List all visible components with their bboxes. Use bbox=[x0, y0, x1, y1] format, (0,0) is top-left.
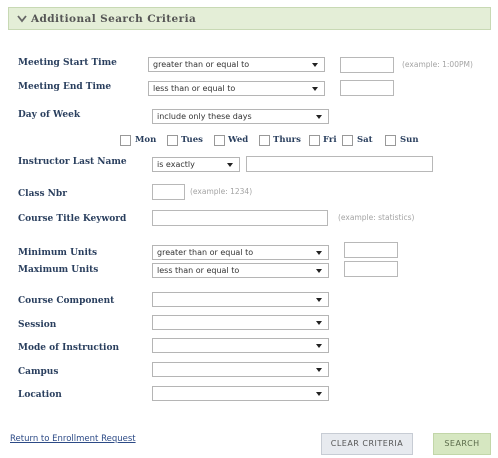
class-nbr-input[interactable] bbox=[152, 184, 185, 200]
meeting-start-label: Meeting Start Time bbox=[18, 58, 117, 68]
meeting-end-time-input[interactable] bbox=[340, 80, 394, 96]
tues-checkbox[interactable] bbox=[167, 135, 178, 146]
sun-checkbox[interactable] bbox=[385, 135, 396, 146]
mode-of-instruction-label: Mode of Instruction bbox=[18, 343, 119, 353]
course-title-hint: (example: statistics) bbox=[338, 213, 415, 222]
select-value: less than or equal to bbox=[153, 84, 236, 93]
day-checkboxes: Mon Tues Wed Thurs Fri Sat Sun bbox=[120, 134, 480, 148]
day-label-thurs: Thurs bbox=[273, 135, 301, 145]
dropdown-arrow-icon bbox=[316, 298, 322, 302]
meeting-start-time-input[interactable] bbox=[340, 57, 394, 73]
max-units-label: Maximum Units bbox=[18, 265, 99, 275]
mode-of-instruction-select[interactable] bbox=[152, 338, 329, 353]
course-component-label: Course Component bbox=[18, 296, 115, 306]
dropdown-arrow-icon bbox=[316, 344, 322, 348]
min-units-operator-select[interactable]: greater than or equal to bbox=[152, 245, 329, 260]
day-label-mon: Mon bbox=[135, 135, 157, 145]
select-value: is exactly bbox=[157, 160, 195, 169]
dropdown-arrow-icon bbox=[316, 251, 322, 255]
select-value: greater than or equal to bbox=[157, 248, 254, 257]
session-select[interactable] bbox=[152, 315, 329, 330]
fri-checkbox[interactable] bbox=[309, 135, 320, 146]
return-to-enrollment-link[interactable]: Return to Enrollment Request bbox=[10, 434, 136, 444]
chevron-down-icon[interactable] bbox=[16, 13, 28, 25]
campus-select[interactable] bbox=[152, 362, 329, 377]
dropdown-arrow-icon bbox=[316, 392, 322, 396]
day-label-wed: Wed bbox=[228, 135, 249, 145]
thurs-checkbox[interactable] bbox=[259, 135, 270, 146]
dropdown-arrow-icon bbox=[316, 115, 322, 119]
course-title-keyword-input[interactable] bbox=[152, 210, 328, 226]
dropdown-arrow-icon bbox=[227, 163, 233, 167]
wed-checkbox[interactable] bbox=[214, 135, 225, 146]
day-label-sat: Sat bbox=[357, 135, 373, 145]
day-label-sun: Sun bbox=[400, 135, 419, 145]
clear-criteria-button[interactable]: CLEAR CRITERIA bbox=[321, 433, 413, 455]
select-value: less than or equal to bbox=[157, 266, 240, 275]
dropdown-arrow-icon bbox=[312, 87, 318, 91]
meeting-start-hint: (example: 1:00PM) bbox=[402, 60, 473, 69]
section-title: Additional Search Criteria bbox=[31, 13, 197, 25]
meeting-end-label: Meeting End Time bbox=[18, 82, 112, 92]
select-value: include only these days bbox=[157, 112, 252, 121]
session-label: Session bbox=[18, 320, 57, 330]
dropdown-arrow-icon bbox=[316, 321, 322, 325]
location-select[interactable] bbox=[152, 386, 329, 401]
dropdown-arrow-icon bbox=[316, 269, 322, 273]
section-header[interactable]: Additional Search Criteria bbox=[8, 7, 491, 30]
search-button[interactable]: SEARCH bbox=[433, 433, 491, 455]
class-nbr-label: Class Nbr bbox=[18, 189, 67, 199]
max-units-input[interactable] bbox=[344, 261, 398, 277]
campus-label: Campus bbox=[18, 367, 59, 377]
instructor-last-name-input[interactable] bbox=[246, 156, 433, 172]
meeting-start-operator-select[interactable]: greater than or equal to bbox=[148, 57, 325, 72]
instructor-label: Instructor Last Name bbox=[18, 157, 127, 167]
dropdown-arrow-icon bbox=[312, 63, 318, 67]
min-units-label: Minimum Units bbox=[18, 248, 98, 258]
course-title-label: Course Title Keyword bbox=[18, 214, 127, 224]
day-label-fri: Fri bbox=[323, 135, 337, 145]
dropdown-arrow-icon bbox=[316, 368, 322, 372]
day-label-tues: Tues bbox=[181, 135, 203, 145]
mon-checkbox[interactable] bbox=[120, 135, 131, 146]
course-component-select[interactable] bbox=[152, 292, 329, 307]
sat-checkbox[interactable] bbox=[342, 135, 353, 146]
max-units-operator-select[interactable]: less than or equal to bbox=[152, 263, 329, 278]
meeting-end-operator-select[interactable]: less than or equal to bbox=[148, 81, 325, 96]
min-units-input[interactable] bbox=[344, 242, 398, 258]
class-nbr-hint: (example: 1234) bbox=[190, 187, 253, 196]
day-of-week-label: Day of Week bbox=[18, 110, 81, 120]
instructor-operator-select[interactable]: is exactly bbox=[152, 157, 240, 172]
select-value: greater than or equal to bbox=[153, 60, 250, 69]
location-label: Location bbox=[18, 390, 62, 400]
day-of-week-operator-select[interactable]: include only these days bbox=[152, 109, 329, 124]
